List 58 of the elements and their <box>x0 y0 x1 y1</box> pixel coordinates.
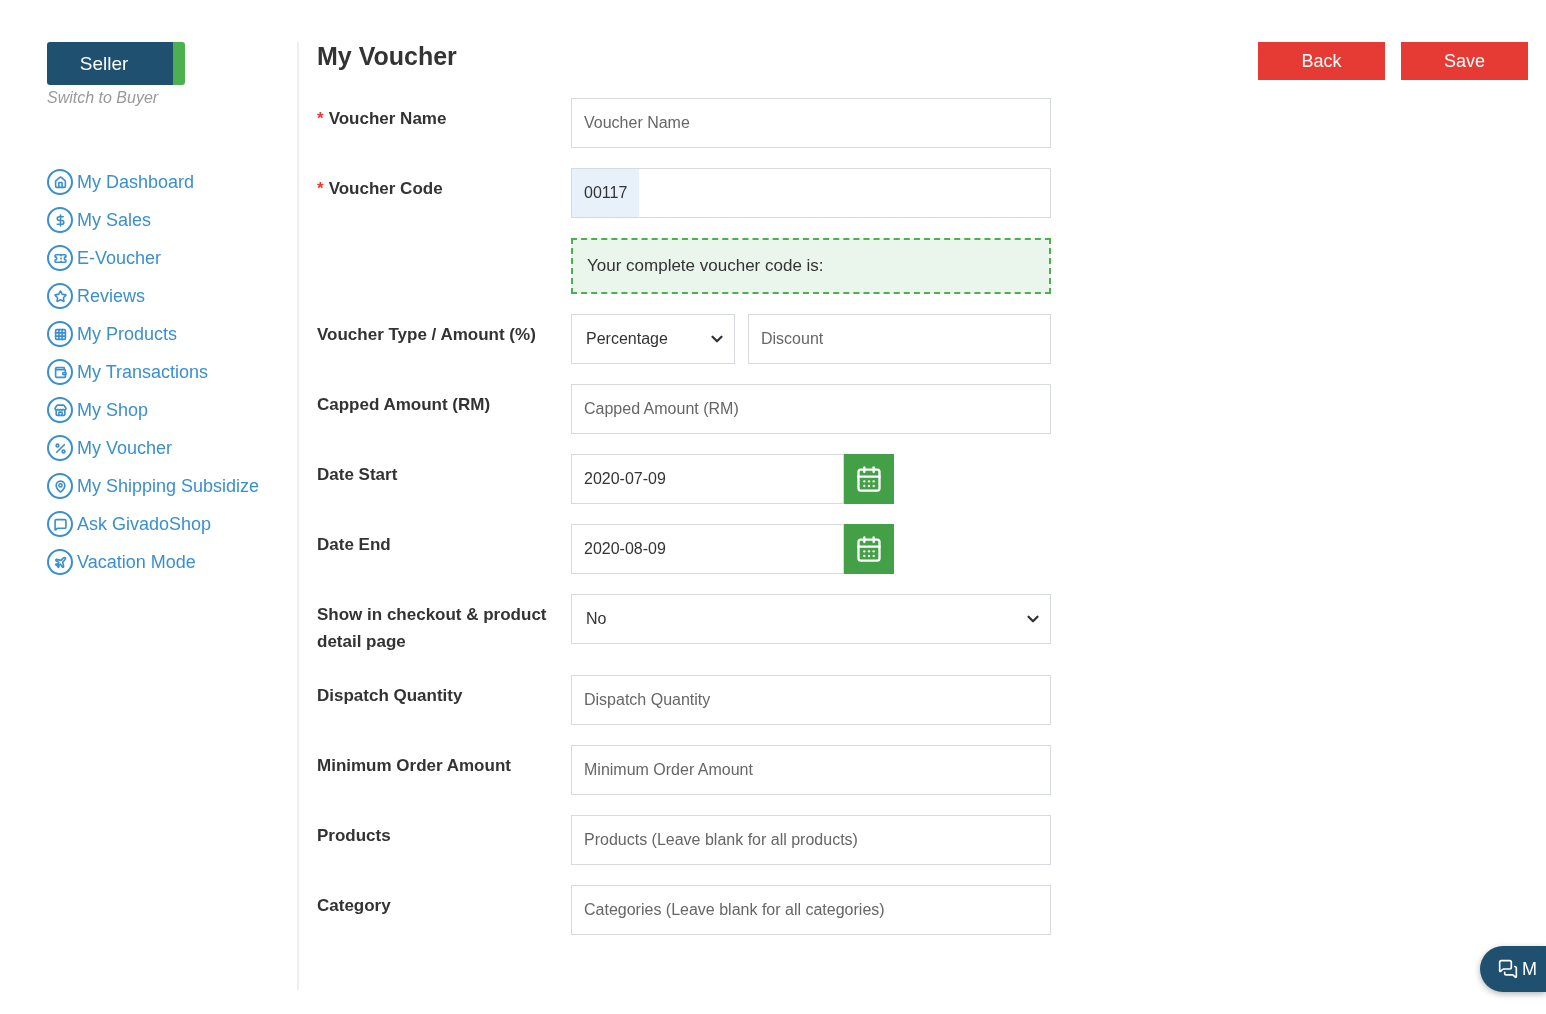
menu-icon <box>47 321 73 347</box>
sidebar-item[interactable]: E-Voucher <box>47 245 297 271</box>
sidebar-item[interactable]: My Products <box>47 321 297 347</box>
text-field[interactable]: Voucher Name <box>571 98 1051 148</box>
sidebar-item[interactable]: My Dashboard <box>47 169 297 195</box>
field-label: Capped Amount (RM) <box>317 394 492 416</box>
switch-hint: Switch to Buyer <box>47 89 160 107</box>
menu-icon <box>47 473 73 499</box>
sidebar-item[interactable]: My Shop <box>47 397 297 423</box>
page-title: My Voucher <box>317 42 457 71</box>
sidebar-item[interactable]: My Sales <box>47 207 297 233</box>
field-label: Products <box>317 825 392 847</box>
menu-icon <box>47 245 73 271</box>
calendar-button[interactable] <box>844 524 894 574</box>
text-field[interactable]: Capped Amount (RM) <box>571 384 1051 434</box>
field-label: Date Start <box>317 464 399 486</box>
voucher-code-note: Your complete voucher code is: <box>571 238 1051 294</box>
chat-button[interactable]: M <box>1480 946 1546 992</box>
select-field[interactable]: No <box>571 594 1051 644</box>
voucher-code-field[interactable]: 00117 <box>571 168 1051 218</box>
sidebar-item[interactable]: Vacation Mode <box>47 549 297 575</box>
field-label: Dispatch Quantity <box>317 685 464 707</box>
menu-icon <box>47 435 73 461</box>
sidebar-item[interactable]: Reviews <box>47 283 297 309</box>
menu-icon <box>47 283 73 309</box>
menu-icon <box>47 549 73 575</box>
menu-icon <box>47 169 73 195</box>
field-label: Category <box>317 895 392 917</box>
calendar-icon <box>855 465 883 493</box>
menu-icon <box>47 511 73 537</box>
calendar-icon <box>855 535 883 563</box>
discount-field[interactable]: Discount <box>748 314 1051 364</box>
text-field[interactable]: Minimum Order Amount <box>571 745 1051 795</box>
chat-icon <box>1498 959 1518 979</box>
sidebar-item[interactable]: Ask GivadoShop <box>47 511 297 537</box>
action-button[interactable]: Save <box>1401 42 1528 80</box>
field-label: Minimum Order Amount <box>317 755 512 777</box>
menu-icon <box>47 359 73 385</box>
menu-icon <box>47 207 73 233</box>
type-select[interactable]: Percentage <box>571 314 735 364</box>
text-field[interactable]: Products (Leave blank for all products) <box>571 815 1051 865</box>
field-label: Voucher Type / Amount (%) <box>317 324 537 346</box>
calendar-button[interactable] <box>844 454 894 504</box>
field-label: * Voucher Code <box>317 178 444 200</box>
field-label: * Voucher Name <box>317 108 448 130</box>
field-label: Show in checkout & product detail page <box>317 604 548 653</box>
sidebar-item[interactable]: My Transactions <box>47 359 297 385</box>
sidebar-item[interactable]: My Voucher <box>47 435 297 461</box>
seller-toggle[interactable]: Seller <box>47 42 185 85</box>
sidebar-item[interactable]: My Shipping Subsidize <box>47 473 297 499</box>
menu-icon <box>47 397 73 423</box>
code-prefix: 00117 <box>572 169 640 217</box>
field-label: Date End <box>317 534 392 556</box>
date-field[interactable]: 2020-08-09 <box>571 524 844 574</box>
text-field[interactable]: Categories (Leave blank for all categories) <box>571 885 1051 935</box>
text-field[interactable]: Dispatch Quantity <box>571 675 1051 725</box>
action-button[interactable]: Back <box>1258 42 1385 80</box>
date-field[interactable]: 2020-07-09 <box>571 454 844 504</box>
